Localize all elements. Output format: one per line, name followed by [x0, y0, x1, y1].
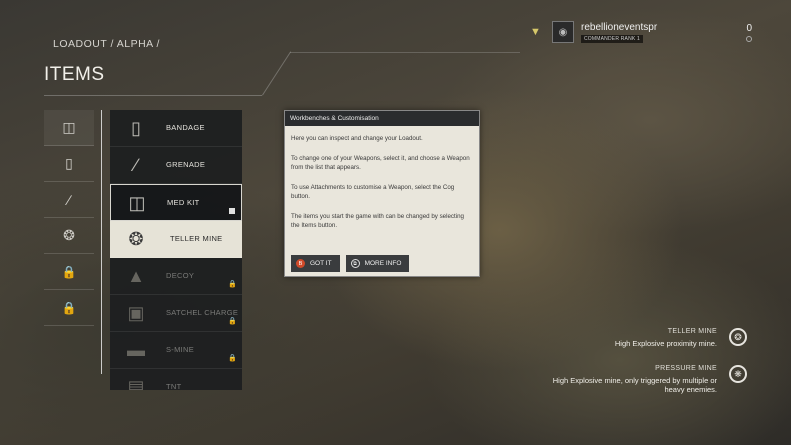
item-label: TELLER MINE	[170, 234, 223, 243]
currency-count: 0	[746, 23, 752, 34]
item-bandage[interactable]: ▯ BANDAGE	[110, 110, 242, 147]
item-satchel-charge[interactable]: ▣ SATCHEL CHARGE 🔒	[110, 295, 242, 332]
lock-icon: 🔒	[228, 318, 237, 325]
dialog-text: Here you can inspect and change your Loa…	[291, 135, 423, 142]
category-locked-1[interactable]: 🔒	[44, 254, 94, 290]
category-knife[interactable]: ∕	[44, 182, 94, 218]
item-s-mine[interactable]: ▬ S-MINE 🔒	[110, 332, 242, 369]
lock-icon: 🔒	[228, 281, 237, 288]
dialog-text: The items you start the game with can be…	[291, 213, 465, 229]
username: rebellioneventspr	[581, 22, 658, 33]
title-divider	[44, 95, 262, 96]
bandage-icon: ▯	[131, 118, 141, 138]
more-info-label: MORE INFO	[364, 260, 402, 267]
mine-icon: ❂	[128, 229, 144, 249]
item-teller-mine[interactable]: ❂ TELLER MINE	[110, 221, 242, 258]
column-divider	[101, 110, 102, 374]
teller-mine-info: TELLER MINE High Explosive proximity min…	[551, 328, 791, 348]
tutorial-dialog: Workbenches & Customisation Here you can…	[284, 110, 480, 277]
user-panel: ▼ ◉ rebellioneventspr COMMANDER RANK 1 0	[530, 20, 760, 46]
rank-icon: ▼	[530, 26, 541, 38]
dialog-title: Workbenches & Customisation	[285, 111, 479, 126]
item-label: MED KIT	[167, 198, 200, 207]
info-desc: High Explosive mine, only triggered by m…	[552, 376, 717, 394]
satchel-icon: ▣	[127, 303, 145, 323]
teller-mine-icon: ❂	[729, 328, 747, 346]
item-label: DECOY	[166, 271, 195, 280]
mine-icon: ❂	[63, 227, 75, 243]
lock-icon: 🔒	[228, 355, 237, 362]
category-mine[interactable]: ❂	[44, 218, 94, 254]
category-medkit[interactable]: ◫	[44, 110, 94, 146]
item-med-kit[interactable]: ◫ MED KIT	[110, 184, 242, 221]
title-divider-diagonal	[262, 51, 292, 96]
lock-icon: 🔒	[61, 300, 77, 315]
b-button-icon: B	[296, 259, 305, 268]
currency-icon	[746, 36, 752, 42]
view-button-icon: ⧉	[350, 259, 360, 268]
category-locked-2[interactable]: 🔒	[44, 290, 94, 326]
breadcrumb: LOADOUT / ALPHA /	[53, 38, 160, 50]
got-it-button[interactable]: B GOT IT	[291, 255, 340, 272]
grenade-icon: ∕	[134, 155, 138, 175]
item-label: SATCHEL CHARGE	[166, 308, 239, 317]
more-info-button[interactable]: ⧉ MORE INFO	[345, 255, 410, 272]
knife-icon: ∕	[67, 191, 71, 208]
category-column: ◫ ▯ ∕ ❂ 🔒 🔒	[44, 110, 100, 326]
decoy-icon: ▲	[127, 266, 145, 286]
dialog-body: Here you can inspect and change your Loa…	[285, 126, 479, 230]
page-title: ITEMS	[44, 64, 105, 85]
item-label: GRENADE	[166, 160, 206, 169]
equipped-badge	[229, 208, 235, 214]
tnt-icon: ▤	[127, 377, 145, 390]
dialog-text: To use Attachments to customise a Weapon…	[291, 184, 455, 200]
medkit-icon: ◫	[62, 119, 76, 135]
item-tnt[interactable]: ▤ TNT	[110, 369, 242, 390]
info-name: TELLER MINE	[667, 328, 717, 335]
item-decoy[interactable]: ▲ DECOY 🔒	[110, 258, 242, 295]
pressure-mine-icon: ❋	[729, 365, 747, 383]
avatar[interactable]: ◉	[552, 21, 574, 43]
info-name: PRESSURE MINE	[655, 365, 717, 372]
s-mine-icon: ▬	[127, 340, 145, 360]
top-divider	[290, 52, 520, 53]
category-bandage[interactable]: ▯	[44, 146, 94, 182]
item-label: S-MINE	[166, 345, 195, 354]
item-label: TNT	[166, 382, 182, 390]
bandage-icon: ▯	[65, 155, 73, 171]
dialog-text: To change one of your Weapons, select it…	[291, 155, 470, 171]
info-desc: High Explosive proximity mine.	[614, 339, 717, 348]
item-grenade[interactable]: ∕ GRENADE	[110, 147, 242, 184]
pressure-mine-info: PRESSURE MINE High Explosive mine, only …	[551, 365, 791, 394]
lock-icon: 🔒	[61, 264, 77, 279]
rank-badge: COMMANDER RANK 1	[581, 35, 643, 43]
got-it-label: GOT IT	[310, 260, 332, 267]
medkit-icon: ◫	[128, 193, 146, 213]
item-list: ▯ BANDAGE ∕ GRENADE ◫ MED KIT ❂ TELLER M…	[110, 110, 242, 390]
item-label: BANDAGE	[166, 123, 205, 132]
